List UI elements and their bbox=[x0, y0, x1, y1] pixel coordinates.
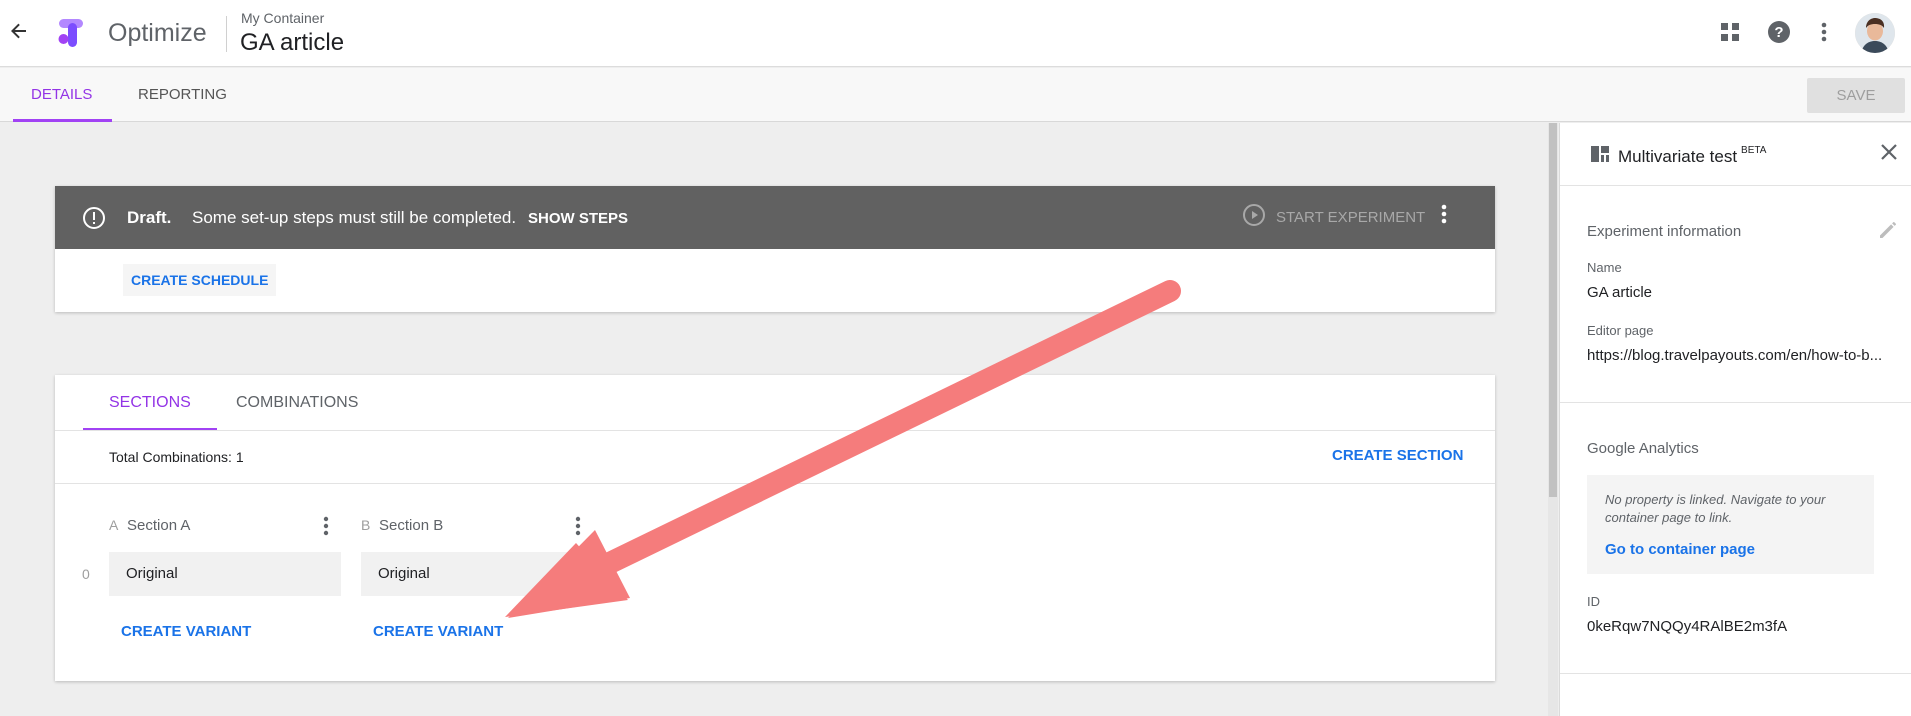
experiment-info-title: Experiment information bbox=[1587, 223, 1742, 240]
editor-page-value: https://blog.travelpayouts.com/en/how-to… bbox=[1587, 347, 1883, 364]
id-label: ID bbox=[1587, 594, 1600, 609]
multivariate-icon bbox=[1591, 146, 1609, 167]
google-analytics-title: Google Analytics bbox=[1587, 440, 1699, 457]
section-name: Section A bbox=[127, 517, 191, 534]
tab-details[interactable]: Details bbox=[12, 68, 113, 122]
tab-bar: Details Reporting Save bbox=[0, 68, 1911, 122]
help-icon[interactable]: ? bbox=[1764, 17, 1794, 47]
panel-title-text: Multivariate test bbox=[1618, 147, 1738, 166]
create-section-button[interactable]: Create section bbox=[1332, 447, 1463, 464]
draft-label: Draft. bbox=[127, 208, 172, 227]
close-icon[interactable] bbox=[1880, 143, 1898, 166]
show-steps-button[interactable]: Show steps bbox=[528, 210, 628, 227]
optimize-logo-icon bbox=[55, 17, 87, 49]
start-experiment-label: Start experiment bbox=[1276, 208, 1426, 226]
more-vert-icon[interactable] bbox=[1809, 17, 1839, 47]
create-schedule-button[interactable]: Create schedule bbox=[123, 264, 277, 296]
more-vert-icon[interactable] bbox=[1441, 204, 1447, 229]
apps-grid-icon[interactable] bbox=[1715, 17, 1745, 47]
details-side-panel: Multivariate test BETA Experiment informa… bbox=[1559, 123, 1911, 716]
variant-original[interactable]: Original bbox=[109, 552, 341, 596]
create-variant-button[interactable]: Create variant bbox=[373, 623, 503, 640]
arrow-back-icon[interactable] bbox=[6, 20, 32, 46]
save-button[interactable]: Save bbox=[1807, 78, 1905, 113]
tab-reporting[interactable]: Reporting bbox=[138, 68, 227, 122]
id-value: 0keRqw7NQQy4RAlBE2m3fA bbox=[1587, 618, 1788, 635]
name-value: GA article bbox=[1587, 284, 1653, 301]
more-vert-icon[interactable] bbox=[575, 516, 581, 541]
sections-card: Sections Combinations Total Combinations… bbox=[55, 375, 1495, 681]
app-name: Optimize bbox=[108, 19, 207, 47]
ga-notice-box: No property is linked. Navigate to your … bbox=[1587, 475, 1874, 574]
draft-status-bar: Draft. Some set-up steps must still be c… bbox=[55, 186, 1495, 249]
tab-sections[interactable]: Sections bbox=[83, 375, 217, 430]
divider bbox=[55, 430, 1495, 431]
container-title: GA article bbox=[240, 29, 345, 56]
section-name: Section B bbox=[379, 517, 444, 534]
divider bbox=[1560, 402, 1911, 403]
start-experiment-button[interactable]: Start experiment bbox=[1242, 204, 1425, 230]
container-label: My Container bbox=[241, 10, 325, 26]
warning-icon bbox=[82, 206, 106, 235]
edit-pencil-icon[interactable] bbox=[1878, 220, 1898, 245]
variant-original[interactable]: Original bbox=[361, 552, 593, 596]
section-letter: B bbox=[361, 517, 371, 533]
tab-combinations[interactable]: Combinations bbox=[236, 375, 358, 430]
editor-page-label: Editor page bbox=[1587, 323, 1654, 338]
section-letter: A bbox=[109, 517, 119, 533]
panel-title: Multivariate test BETA bbox=[1618, 145, 1766, 167]
row-index: 0 bbox=[82, 566, 90, 582]
svg-text:?: ? bbox=[1774, 24, 1783, 41]
draft-message: Some set-up steps must still be complete… bbox=[192, 208, 517, 227]
divider bbox=[55, 483, 1495, 484]
more-vert-icon[interactable] bbox=[323, 516, 329, 541]
divider bbox=[1560, 673, 1911, 674]
divider bbox=[1560, 185, 1911, 186]
go-to-container-link[interactable]: Go to container page bbox=[1605, 541, 1755, 558]
total-combinations: Total Combinations: 1 bbox=[109, 449, 244, 465]
scrollbar-thumb[interactable] bbox=[1549, 123, 1557, 497]
play-circle-icon bbox=[1242, 203, 1266, 231]
create-variant-button[interactable]: Create variant bbox=[121, 623, 251, 640]
ga-notice-text: No property is linked. Navigate to your … bbox=[1605, 492, 1826, 525]
save-button-label: Save bbox=[1836, 87, 1876, 104]
name-label: Name bbox=[1587, 260, 1622, 275]
top-app-bar: Optimize My Container GA article ? bbox=[0, 0, 1911, 67]
beta-badge: BETA bbox=[1741, 145, 1767, 156]
draft-card: Draft. Some set-up steps must still be c… bbox=[55, 186, 1495, 312]
avatar[interactable] bbox=[1855, 13, 1895, 53]
header-divider bbox=[226, 16, 227, 52]
